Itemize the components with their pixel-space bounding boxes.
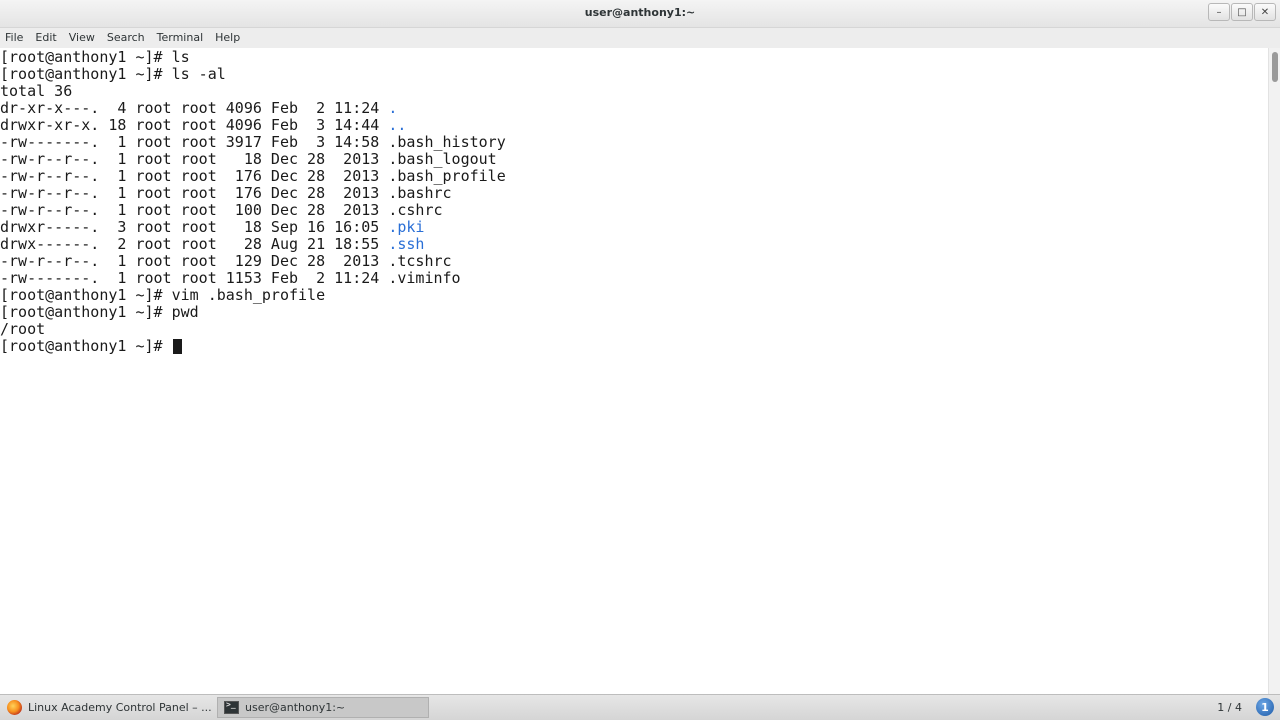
line-text: -rw-------. 1 root root 1153 Feb 2 11:24… bbox=[0, 269, 461, 287]
line-text: -rw-r--r--. 1 root root 176 Dec 28 2013 … bbox=[0, 184, 452, 202]
line-text: [root@anthony1 ~]# vim .bash_profile bbox=[0, 286, 326, 304]
line-text: /root bbox=[0, 320, 46, 338]
terminal-line: [root@anthony1 ~]# ls bbox=[0, 49, 506, 66]
taskbar-item-label: user@anthony1:~ bbox=[245, 701, 346, 714]
menu-file[interactable]: File bbox=[0, 28, 29, 48]
text-cursor bbox=[172, 339, 182, 354]
window-titlebar[interactable]: user@anthony1:~ – □ ✕ bbox=[0, 0, 1280, 28]
terminal-lines: [root@anthony1 ~]# ls [root@anthony1 ~]#… bbox=[0, 49, 506, 355]
line-text: drwxr-xr-x. 18 root root 4096 Feb 3 14:4… bbox=[0, 116, 389, 134]
terminal-line: -rw-r--r--. 1 root root 176 Dec 28 2013 … bbox=[0, 185, 506, 202]
window-title: user@anthony1:~ bbox=[584, 6, 696, 19]
terminal-line: -rw-------. 1 root root 1153 Feb 2 11:24… bbox=[0, 270, 506, 287]
line-text: [root@anthony1 ~]# ls -al bbox=[0, 65, 226, 83]
terminal-output[interactable]: [root@anthony1 ~]# ls [root@anthony1 ~]#… bbox=[0, 48, 1268, 694]
taskbar-item-label: Linux Academy Control Panel – ... bbox=[28, 701, 212, 714]
terminal-line: -rw-r--r--. 1 root root 100 Dec 28 2013 … bbox=[0, 202, 506, 219]
scrollbar-thumb[interactable] bbox=[1272, 52, 1278, 82]
menu-bar: File Edit View Search Terminal Help bbox=[0, 28, 1280, 48]
terminal-line: -rw-------. 1 root root 3917 Feb 3 14:58… bbox=[0, 134, 506, 151]
menu-view[interactable]: View bbox=[63, 28, 101, 48]
taskbar-item-terminal[interactable]: user@anthony1:~ bbox=[217, 697, 429, 718]
line-text: total 36 bbox=[0, 82, 73, 100]
line-text: [root@anthony1 ~]# ls bbox=[0, 48, 190, 66]
terminal-prompt-line: [root@anthony1 ~]# bbox=[0, 338, 506, 355]
notification-icon[interactable]: 1 bbox=[1256, 698, 1274, 716]
line-text: -rw-r--r--. 1 root root 18 Dec 28 2013 .… bbox=[0, 150, 497, 168]
line-text: -rw-r--r--. 1 root root 100 Dec 28 2013 … bbox=[0, 201, 443, 219]
terminal-line: -rw-r--r--. 1 root root 129 Dec 28 2013 … bbox=[0, 253, 506, 270]
firefox-icon bbox=[7, 700, 22, 715]
line-text: -rw-r--r--. 1 root root 129 Dec 28 2013 … bbox=[0, 252, 452, 270]
terminal-line: [root@anthony1 ~]# ls -al bbox=[0, 66, 506, 83]
terminal-line: /root bbox=[0, 321, 506, 338]
terminal-line: [root@anthony1 ~]# vim .bash_profile bbox=[0, 287, 506, 304]
terminal-line: [root@anthony1 ~]# pwd bbox=[0, 304, 506, 321]
menu-edit[interactable]: Edit bbox=[29, 28, 62, 48]
line-text: drwxr-----. 3 root root 18 Sep 16 16:05 bbox=[0, 218, 389, 236]
menu-terminal[interactable]: Terminal bbox=[151, 28, 210, 48]
close-button[interactable]: ✕ bbox=[1254, 3, 1276, 21]
taskbar: Linux Academy Control Panel – ... user@a… bbox=[0, 694, 1280, 720]
terminal-line: dr-xr-x---. 4 root root 4096 Feb 2 11:24… bbox=[0, 100, 506, 117]
prompt-text: [root@anthony1 ~]# bbox=[0, 337, 172, 355]
terminal-scrollbar[interactable] bbox=[1268, 48, 1280, 694]
directory-name: .. bbox=[388, 116, 407, 134]
terminal-icon bbox=[224, 700, 239, 714]
line-text: [root@anthony1 ~]# pwd bbox=[0, 303, 199, 321]
taskbar-item-browser[interactable]: Linux Academy Control Panel – ... bbox=[1, 697, 213, 718]
terminal-line: total 36 bbox=[0, 83, 506, 100]
menu-help[interactable]: Help bbox=[209, 28, 246, 48]
terminal-line: -rw-r--r--. 1 root root 176 Dec 28 2013 … bbox=[0, 168, 506, 185]
terminal-line: drwx------. 2 root root 28 Aug 21 18:55 … bbox=[0, 236, 506, 253]
directory-name: . bbox=[388, 99, 398, 117]
directory-name: .ssh bbox=[388, 235, 425, 253]
terminal-line: drwxr-xr-x. 18 root root 4096 Feb 3 14:4… bbox=[0, 117, 506, 134]
directory-name: .pki bbox=[388, 218, 425, 236]
line-text: -rw-------. 1 root root 3917 Feb 3 14:58… bbox=[0, 133, 506, 151]
terminal-line: -rw-r--r--. 1 root root 18 Dec 28 2013 .… bbox=[0, 151, 506, 168]
window-controls: – □ ✕ bbox=[1208, 3, 1276, 21]
terminal-line: drwxr-----. 3 root root 18 Sep 16 16:05 … bbox=[0, 219, 506, 236]
line-text: drwx------. 2 root root 28 Aug 21 18:55 bbox=[0, 235, 389, 253]
line-text: -rw-r--r--. 1 root root 176 Dec 28 2013 … bbox=[0, 167, 506, 185]
workspace-pager[interactable]: 1 / 4 bbox=[1217, 701, 1242, 714]
minimize-button[interactable]: – bbox=[1208, 3, 1230, 21]
maximize-button[interactable]: □ bbox=[1231, 3, 1253, 21]
menu-search[interactable]: Search bbox=[101, 28, 151, 48]
line-text: dr-xr-x---. 4 root root 4096 Feb 2 11:24 bbox=[0, 99, 389, 117]
